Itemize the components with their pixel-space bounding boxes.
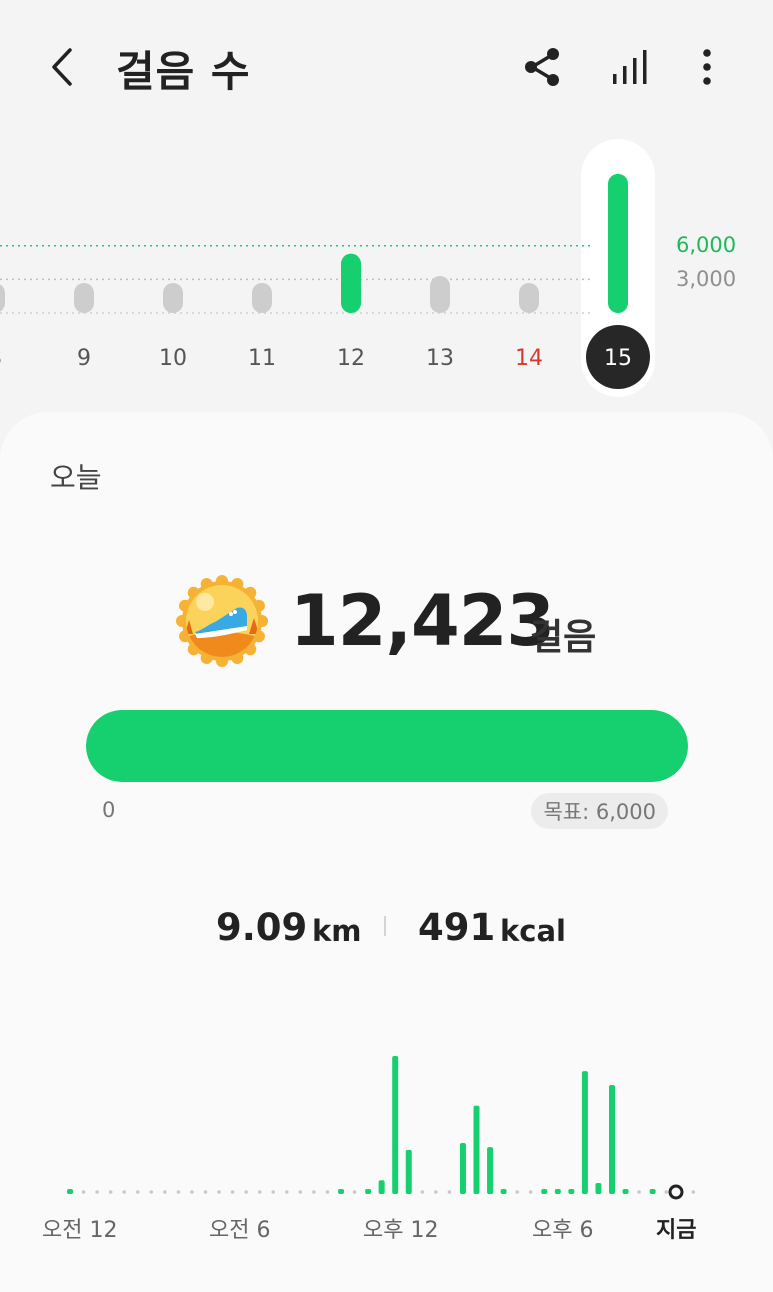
day-label-8[interactable]: 8 bbox=[0, 346, 2, 371]
now-marker bbox=[668, 1184, 684, 1200]
trends-button[interactable] bbox=[604, 42, 654, 92]
goal-progress-bar bbox=[86, 710, 688, 782]
hour-dot bbox=[108, 1190, 113, 1194]
more-vertical-icon bbox=[703, 49, 711, 85]
hour-dot bbox=[434, 1190, 438, 1194]
day-label-11[interactable]: 11 bbox=[248, 346, 276, 371]
day-bar-14[interactable] bbox=[519, 283, 539, 313]
hour-bar bbox=[649, 1189, 656, 1194]
progress-min-label: 0 bbox=[102, 798, 116, 822]
today-step-count: 12,423 bbox=[290, 580, 555, 662]
hour-bar bbox=[595, 1182, 602, 1194]
today-card: 오늘 12,423 걸음 0 목표: 6,000 9.09 km 491 kca… bbox=[0, 412, 773, 1292]
time-label-now: 지금 bbox=[656, 1218, 697, 1243]
hour-dot bbox=[163, 1190, 167, 1194]
time-label-am12: 오전 12 bbox=[42, 1218, 118, 1243]
hour-dot bbox=[135, 1190, 140, 1194]
hour-dot bbox=[298, 1190, 303, 1194]
hour-dot bbox=[285, 1190, 289, 1194]
hour-dot bbox=[515, 1190, 519, 1194]
hour-dot bbox=[420, 1190, 425, 1194]
top-app-bar: 걸음 수 bbox=[0, 0, 773, 135]
metric-divider bbox=[384, 916, 386, 936]
goal-line-label: 6,000 bbox=[676, 233, 737, 257]
hour-dot bbox=[203, 1190, 208, 1194]
hour-bar bbox=[541, 1189, 548, 1194]
day-label-15[interactable]: 15 bbox=[604, 346, 632, 371]
back-chevron-icon bbox=[52, 48, 72, 86]
distance-value: 9.09 bbox=[216, 906, 308, 949]
hour-bar bbox=[609, 1084, 615, 1194]
hour-bar bbox=[581, 1071, 588, 1194]
back-button[interactable] bbox=[40, 42, 90, 92]
hour-dot bbox=[637, 1190, 641, 1194]
time-label-pm6: 오후 6 bbox=[532, 1218, 594, 1243]
hour-dot bbox=[325, 1190, 330, 1194]
hour-dot bbox=[244, 1190, 248, 1194]
hour-bar bbox=[405, 1149, 412, 1194]
hour-bar bbox=[365, 1189, 372, 1194]
day-bar-8[interactable] bbox=[0, 283, 5, 313]
day-label-9[interactable]: 9 bbox=[77, 346, 91, 371]
hour-bar bbox=[459, 1142, 466, 1194]
day-label-14[interactable]: 14 bbox=[515, 346, 543, 371]
goal-progress-fill bbox=[86, 710, 688, 782]
step-unit-label: 걸음 bbox=[530, 617, 597, 658]
hour-bar bbox=[67, 1189, 73, 1194]
hour-dot bbox=[664, 1190, 668, 1194]
distance-unit: km bbox=[312, 914, 362, 948]
hour-bar bbox=[378, 1180, 385, 1194]
hourly-steps-chart bbox=[67, 1056, 696, 1200]
share-button[interactable] bbox=[518, 42, 568, 92]
calories-value: 491 bbox=[418, 906, 496, 949]
goal-chip[interactable]: 목표: 6,000 bbox=[531, 793, 668, 829]
weekly-chart-svg: 8 9 10 11 12 13 14 15 bbox=[0, 139, 655, 397]
calories-unit: kcal bbox=[500, 914, 566, 948]
hour-dot bbox=[271, 1190, 276, 1194]
day-bar-15[interactable] bbox=[608, 173, 628, 313]
page-title: 걸음 수 bbox=[116, 47, 251, 96]
hour-dot bbox=[447, 1190, 452, 1194]
weekly-steps-chart: 8 9 10 11 12 13 14 15 6,000 3,000 bbox=[0, 135, 773, 405]
day-bar-10[interactable] bbox=[163, 283, 183, 313]
day-bar-13[interactable] bbox=[430, 276, 450, 313]
hour-bar bbox=[622, 1189, 629, 1194]
hour-dot bbox=[149, 1190, 154, 1194]
hour-dot bbox=[176, 1190, 181, 1194]
today-label: 오늘 bbox=[50, 461, 102, 494]
distance-calories-row: 9.09 km 491 kcal bbox=[0, 906, 773, 966]
day-bar-11[interactable] bbox=[252, 283, 272, 313]
hour-dot bbox=[352, 1190, 357, 1194]
hour-dot bbox=[217, 1190, 221, 1194]
hour-dot bbox=[312, 1190, 316, 1194]
day-bar-12[interactable] bbox=[341, 253, 361, 313]
hour-bar bbox=[473, 1105, 480, 1194]
hour-bar bbox=[568, 1189, 575, 1194]
day-bar-9[interactable] bbox=[74, 283, 94, 313]
hour-dot bbox=[230, 1190, 235, 1194]
hour-dot bbox=[122, 1190, 126, 1194]
bar-chart-icon bbox=[613, 50, 647, 84]
hour-dot bbox=[691, 1190, 696, 1194]
hour-bar bbox=[338, 1189, 344, 1194]
hour-dot bbox=[190, 1190, 194, 1194]
hour-dot bbox=[528, 1190, 533, 1194]
hour-bar bbox=[487, 1147, 494, 1194]
hour-dot bbox=[81, 1190, 86, 1194]
day-label-10[interactable]: 10 bbox=[159, 346, 187, 371]
hour-bar bbox=[554, 1189, 561, 1194]
goal-achieved-shoe-medal-icon bbox=[176, 575, 268, 667]
share-icon bbox=[525, 48, 559, 86]
hour-bar bbox=[392, 1056, 399, 1194]
day-label-12[interactable]: 12 bbox=[337, 346, 365, 371]
hour-bar bbox=[500, 1189, 507, 1194]
hour-dot bbox=[95, 1190, 99, 1194]
time-label-pm12: 오후 12 bbox=[363, 1218, 439, 1243]
time-label-am6: 오전 6 bbox=[209, 1218, 271, 1243]
mid-line-label: 3,000 bbox=[676, 267, 737, 291]
day-label-13[interactable]: 13 bbox=[426, 346, 454, 371]
more-options-button[interactable] bbox=[682, 42, 732, 92]
hour-dot bbox=[257, 1190, 262, 1194]
